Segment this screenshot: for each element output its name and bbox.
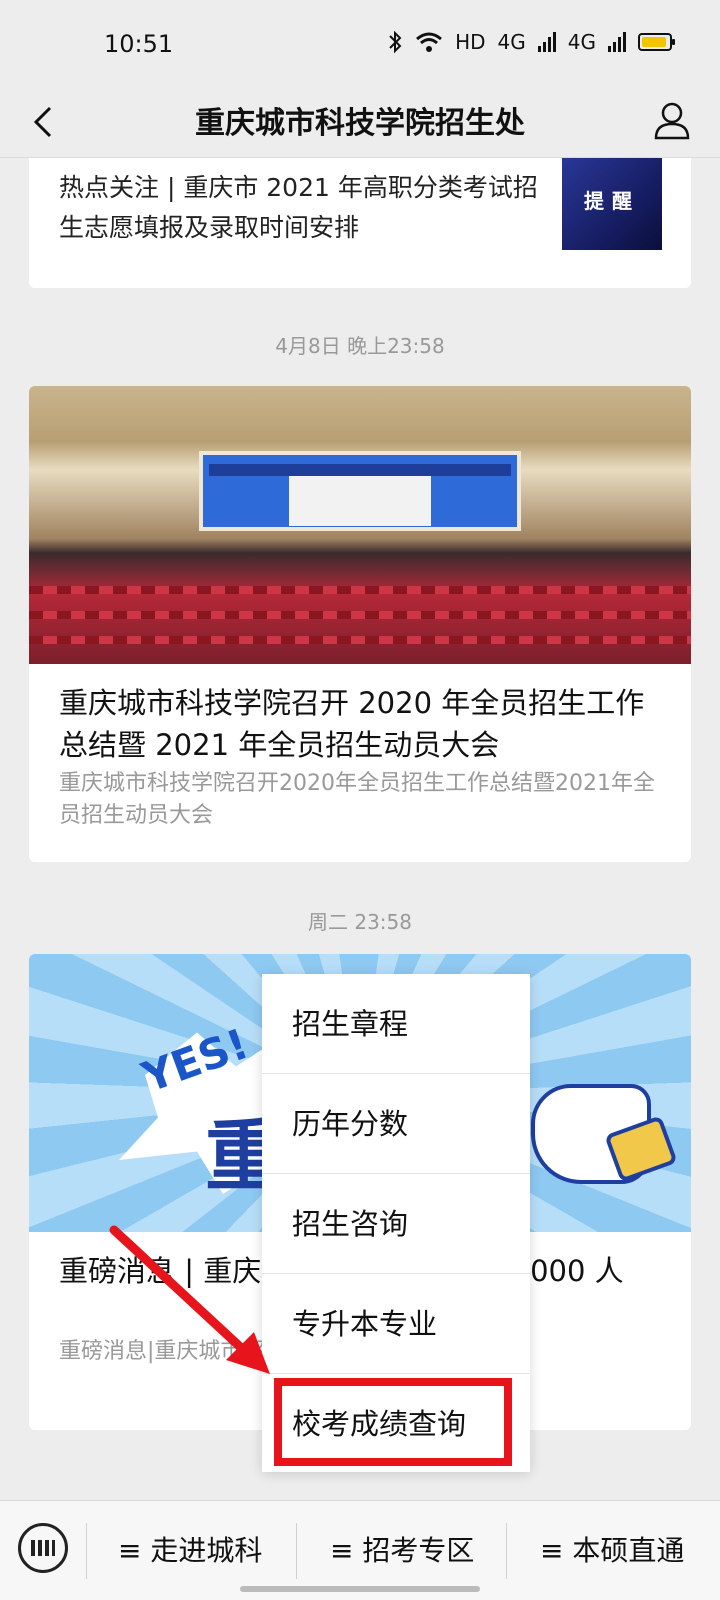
seat-row bbox=[29, 636, 691, 644]
signal-1-label: 4G bbox=[497, 30, 526, 54]
submenu-item-past-scores[interactable]: 历年分数 bbox=[262, 1074, 530, 1174]
article-card[interactable]: 重庆城市科技学院召开 2020 年全员招生工作总结暨 2021 年全员招生动员大… bbox=[29, 386, 691, 862]
home-indicator[interactable] bbox=[240, 1586, 480, 1592]
submenu-item-upgrade-majors[interactable]: 专升本专业 bbox=[262, 1274, 530, 1374]
timestamp: 4月8日 晚上23:58 bbox=[275, 334, 445, 358]
menu-divider bbox=[506, 1523, 507, 1579]
menu-item-degree-track[interactable]: ≡ 本硕直通 bbox=[540, 1529, 684, 1569]
article-title[interactable]: 重庆城市科技学院召开 2020 年全员招生工作总结暨 2021 年全员招生动员大… bbox=[59, 682, 669, 766]
signal-2-label: 4G bbox=[567, 30, 596, 54]
signal-icon-2 bbox=[608, 32, 626, 52]
keyboard-icon[interactable] bbox=[18, 1523, 68, 1573]
bottom-menu: ≡ 走进城科 ≡ 招考专区 ≡ 本硕直通 bbox=[0, 1500, 720, 1600]
article-card-top[interactable]: 热点关注 | 重庆市 2021 年高职分类考试招生志愿填报及录取时间安排 提醒 bbox=[29, 158, 691, 288]
highlight-box bbox=[274, 1378, 512, 1466]
article-cover-image[interactable] bbox=[29, 386, 691, 664]
timestamp: 周二 23:58 bbox=[308, 910, 412, 934]
bluetooth-icon bbox=[389, 30, 402, 54]
hd-label: HD bbox=[455, 30, 486, 54]
nav-bar: 重庆城市科技学院招生处 bbox=[0, 90, 720, 158]
banner-graphic bbox=[209, 464, 511, 476]
wifi-icon bbox=[416, 32, 443, 52]
profile-icon[interactable] bbox=[650, 98, 694, 142]
status-icons: HD 4G 4G bbox=[387, 30, 675, 54]
status-bar: 10:51 HD 4G 4G bbox=[0, 0, 720, 90]
article-description: 重庆城市科技学院召开2020年全员招生工作总结暨2021年全员招生动员大会 bbox=[59, 771, 655, 828]
article-thumbnail[interactable]: 提醒 bbox=[562, 158, 662, 250]
menu-item-about[interactable]: ≡ 走进城科 bbox=[118, 1529, 262, 1569]
submenu-item-admission-consult[interactable]: 招生咨询 bbox=[262, 1174, 530, 1274]
status-time: 10:51 bbox=[104, 30, 174, 58]
submenu-item-admission-rules[interactable]: 招生章程 bbox=[262, 974, 530, 1074]
screen-graphic bbox=[289, 476, 431, 526]
menu-divider bbox=[296, 1523, 297, 1579]
seat-row bbox=[29, 586, 691, 594]
menu-item-exam-zone[interactable]: ≡ 招考专区 bbox=[330, 1529, 474, 1569]
seat-row bbox=[29, 611, 691, 619]
page-title: 重庆城市科技学院招生处 bbox=[195, 106, 525, 141]
battery-icon bbox=[638, 33, 675, 51]
signal-icon bbox=[537, 32, 556, 52]
menu-divider bbox=[86, 1523, 87, 1579]
article-title[interactable]: 热点关注 | 重庆市 2021 年高职分类考试招生志愿填报及录取时间安排 bbox=[59, 168, 539, 248]
